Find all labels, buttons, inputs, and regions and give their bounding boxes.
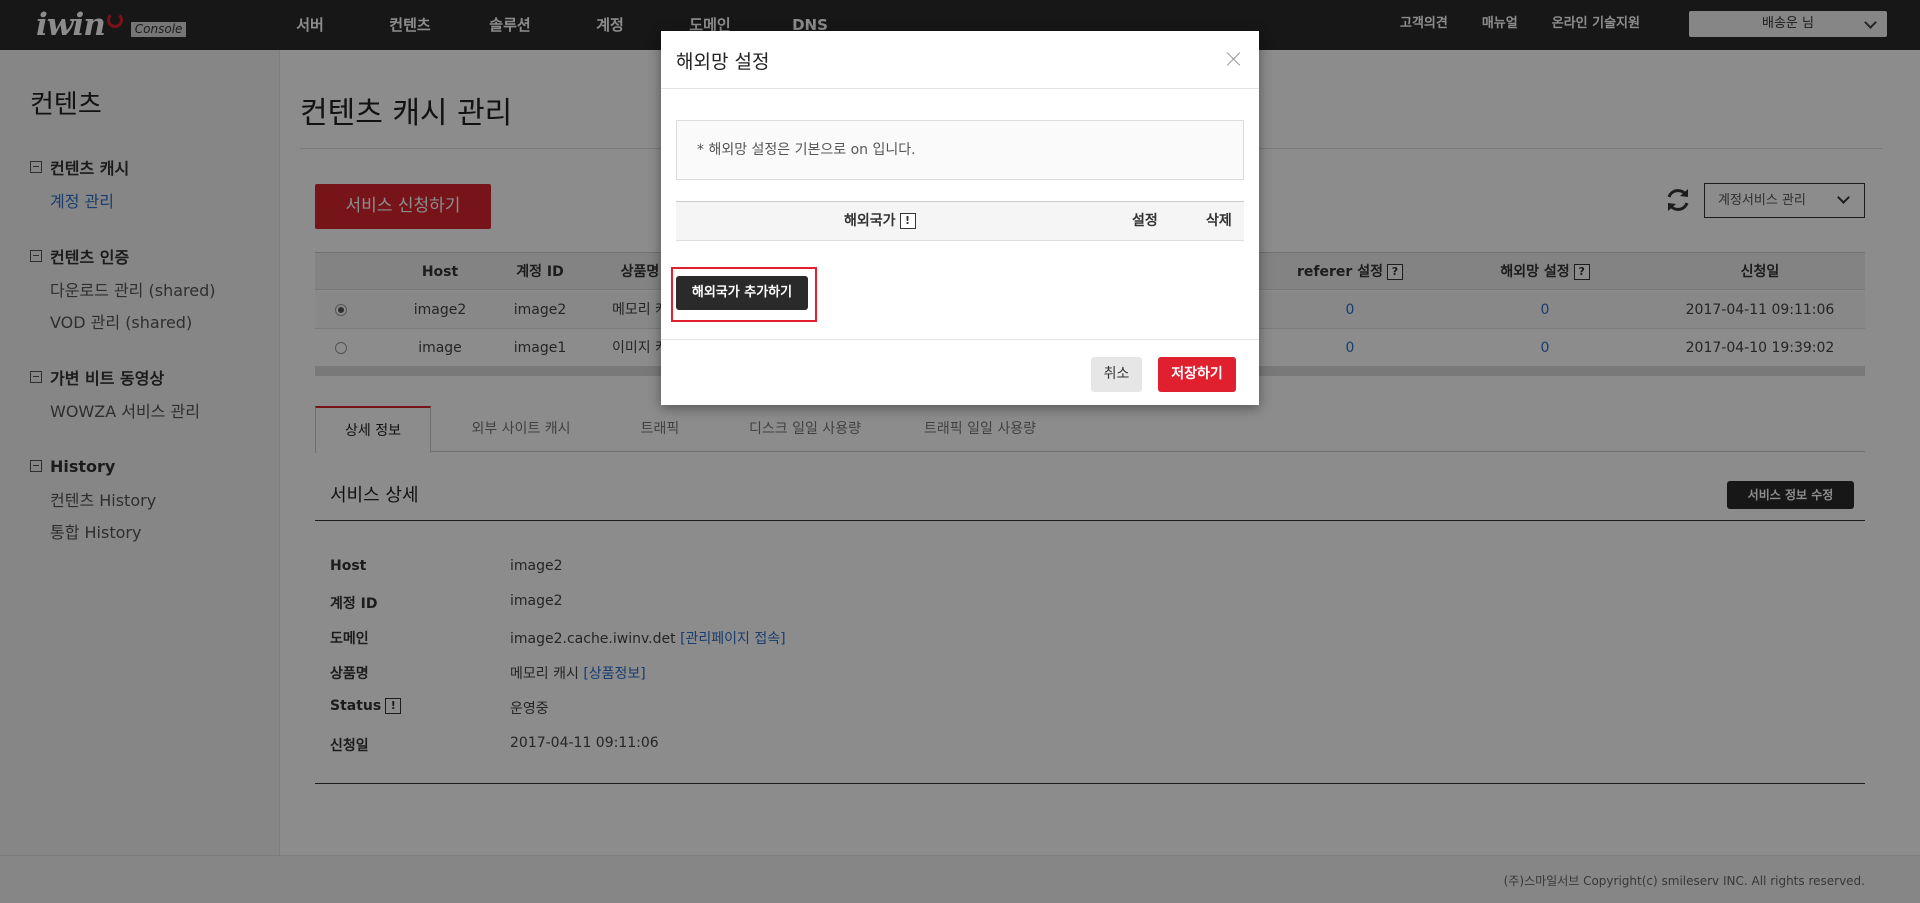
modal-header: 해외망 설정 [661,31,1259,89]
col-delete: 삭제 [1206,213,1232,229]
save-button[interactable]: 저장하기 [1158,357,1236,392]
col-setting: 설정 [1132,213,1158,229]
overseas-settings-modal: 해외망 설정 * 해외망 설정은 기본으로 on 입니다. 해외국가! 설정 삭… [661,31,1259,405]
col-country: 해외국가! [844,202,916,240]
modal-notice: * 해외망 설정은 기본으로 on 입니다. [676,120,1244,180]
divider [661,339,1259,340]
modal-title: 해외망 설정 [676,51,770,73]
country-table-header: 해외국가! 설정 삭제 [676,201,1244,241]
add-country-button[interactable]: 해외국가 추가하기 [676,276,808,310]
cancel-button[interactable]: 취소 [1091,357,1142,392]
info-icon[interactable]: ! [899,213,916,229]
add-country-highlight: 해외국가 추가하기 [671,267,817,322]
close-icon[interactable] [1226,51,1242,67]
